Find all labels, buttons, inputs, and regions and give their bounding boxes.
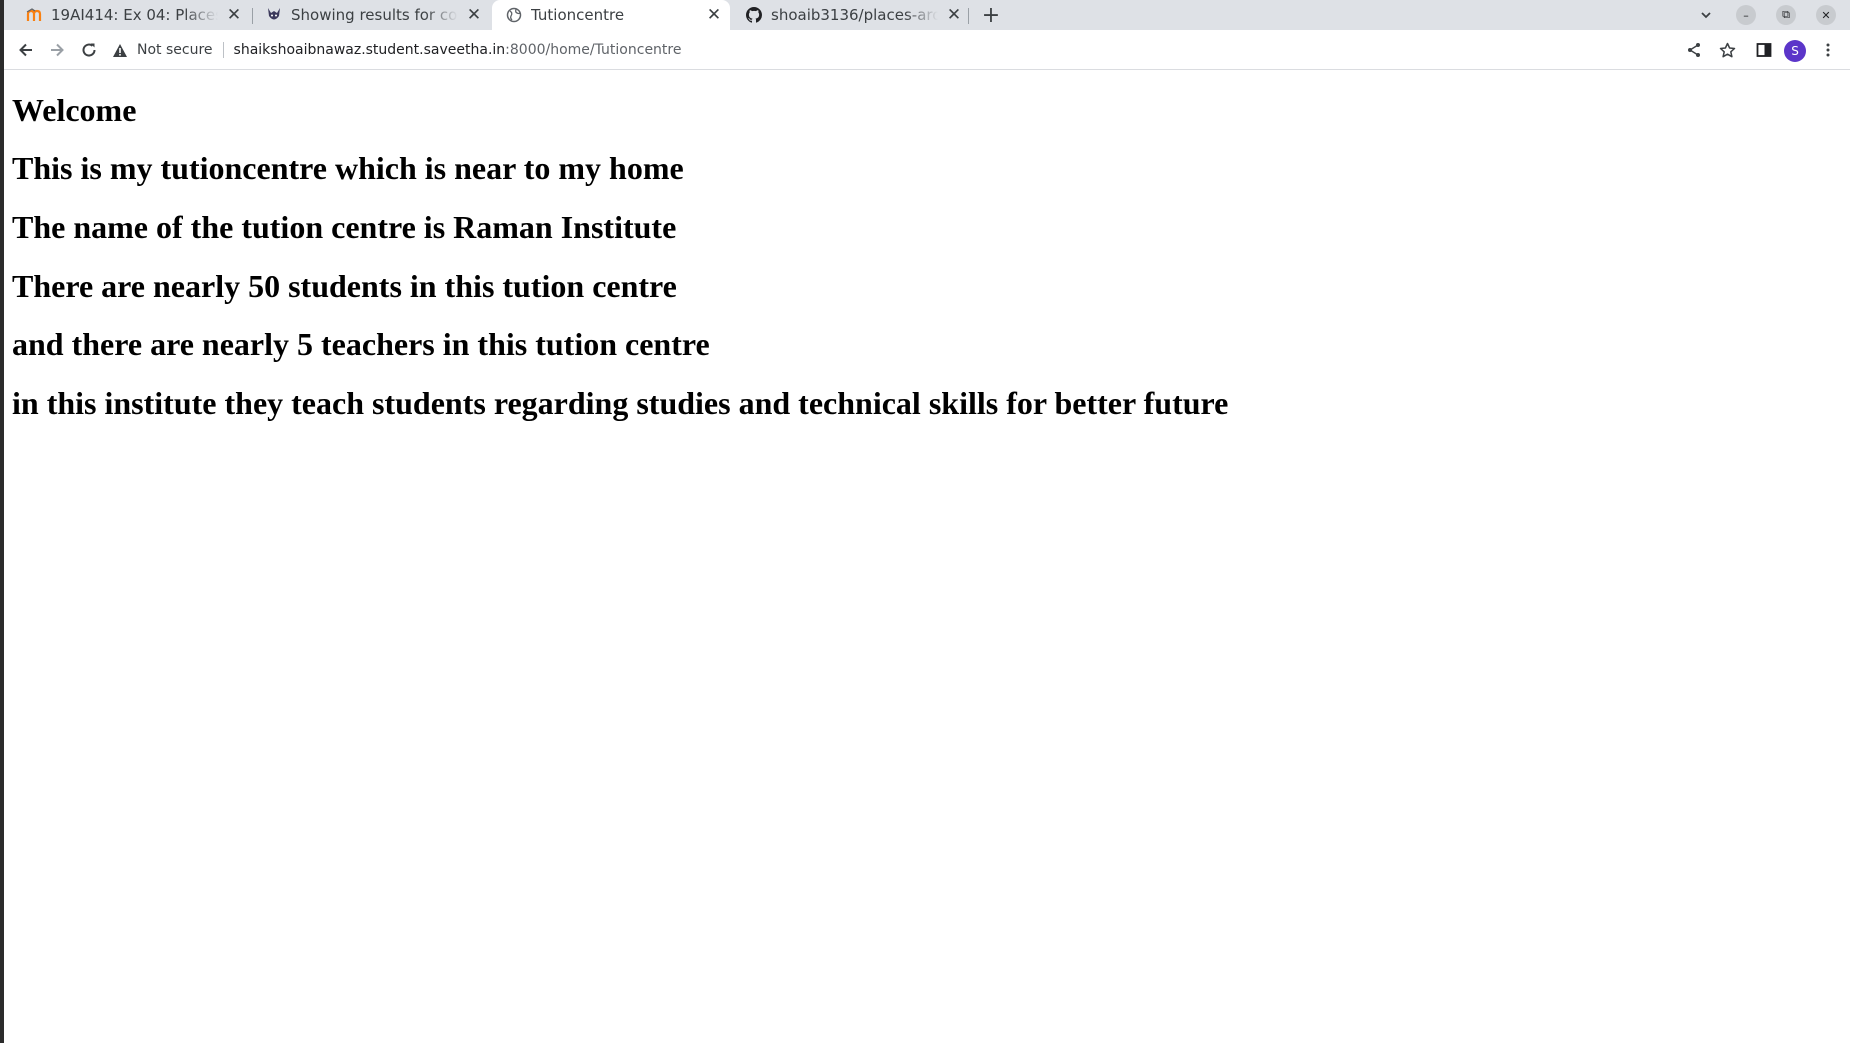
heading-teachers-count: and there are nearly 5 teachers in this … (12, 326, 710, 362)
raccoon-icon (266, 7, 282, 23)
heading-students-count: There are nearly 50 students in this tut… (12, 268, 677, 304)
url-host: shaikshoaibnawaz.student.saveetha.in (233, 42, 506, 58)
tab-close-icon[interactable]: ✕ (464, 5, 484, 25)
tab-github[interactable]: shoaib3136/places-aroun ✕ (732, 0, 970, 30)
share-button[interactable] (1682, 38, 1706, 62)
tab-title: 19AI414: Ex 04: Places Aro (51, 6, 218, 24)
star-icon (1719, 42, 1735, 57)
heading-centre-name: The name of the tution centre is Raman I… (12, 209, 677, 245)
tab-close-icon[interactable]: ✕ (704, 5, 724, 25)
globe-icon (506, 7, 522, 23)
restore-button[interactable]: ⧉ (1776, 5, 1796, 25)
warning-triangle-icon[interactable] (112, 42, 128, 58)
profile-avatar[interactable]: S (1784, 40, 1806, 62)
tab-title: Tutioncentre (531, 6, 625, 24)
chevron-down-icon (1701, 12, 1711, 19)
close-window-button[interactable]: ✕ (1816, 5, 1836, 25)
heading-tutioncentre-intro: This is my tutioncentre which is near to… (12, 150, 684, 186)
tab-title: shoaib3136/places-aroun (771, 6, 938, 24)
heading-welcome: Welcome (12, 92, 137, 128)
tab-close-icon[interactable]: ✕ (944, 5, 964, 25)
github-icon (746, 7, 762, 23)
side-panel-icon (1756, 43, 1772, 57)
screen-left-edge (0, 0, 4, 1043)
arrow-right-icon (51, 43, 64, 57)
heading-teaching-description: in this institute they teach students re… (12, 385, 1229, 421)
url-path: :8000/home/Tutioncentre (505, 42, 682, 58)
reload-button[interactable] (77, 38, 101, 62)
tab-separator (968, 8, 969, 24)
security-status-label[interactable]: Not secure (137, 42, 213, 58)
forward-button[interactable] (45, 38, 69, 62)
more-vertical-icon (1826, 43, 1830, 57)
new-tab-button[interactable]: + (980, 3, 1002, 28)
tab-search-button[interactable] (1696, 5, 1716, 25)
tab-moodle[interactable]: 19AI414: Ex 04: Places Aro ✕ (12, 0, 250, 30)
address-bar[interactable]: Not secure shaikshoaibnawaz.student.save… (112, 35, 1672, 65)
moodle-icon (26, 7, 42, 23)
url-separator (222, 42, 224, 58)
tab-search-results[interactable]: Showing results for conte ✕ (252, 0, 490, 30)
page-content: Welcome This is my tutioncentre which is… (4, 71, 1850, 1043)
share-icon (1688, 43, 1700, 57)
back-button[interactable] (14, 38, 38, 62)
tab-tutioncentre[interactable]: Tutioncentre ✕ (492, 0, 730, 30)
minimize-button[interactable]: – (1736, 5, 1756, 25)
tab-close-icon[interactable]: ✕ (224, 5, 244, 25)
browser-toolbar: Not secure shaikshoaibnawaz.student.save… (0, 30, 1850, 70)
bookmark-button[interactable] (1715, 38, 1739, 62)
tab-strip: 19AI414: Ex 04: Places Aro ✕ Showing res… (0, 0, 1850, 30)
side-panel-button[interactable] (1752, 38, 1776, 62)
tab-title: Showing results for conte (291, 6, 458, 24)
arrow-left-icon (19, 43, 32, 57)
menu-button[interactable] (1816, 38, 1840, 62)
reload-icon (82, 43, 96, 57)
